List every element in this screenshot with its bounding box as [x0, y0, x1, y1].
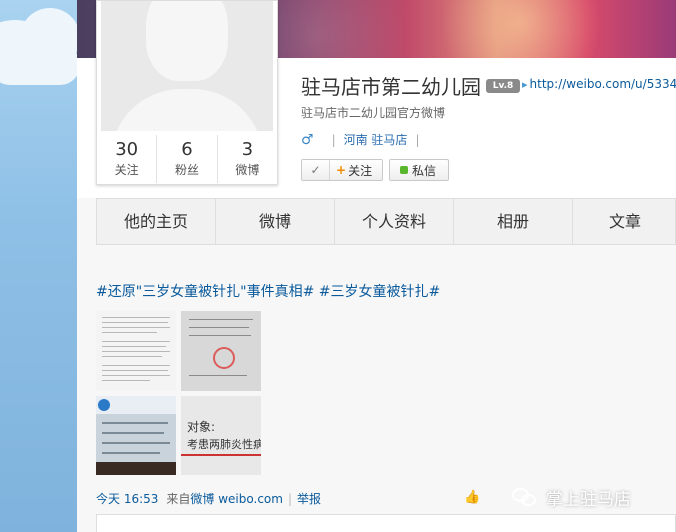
text-line: [189, 375, 247, 376]
text-line: [102, 422, 168, 424]
text-line: [102, 327, 170, 328]
hospital-logo-icon: [98, 399, 110, 411]
post-text[interactable]: #还原"三岁女童被针扎"事件真相# #三岁女童被针扎#: [96, 281, 440, 301]
text-line: [102, 452, 160, 454]
checkmark-icon: ✓: [302, 160, 330, 180]
profile-meta-row: ♂ | 河南 驻马店 |: [301, 131, 427, 148]
avatar-placeholder-shoulders: [111, 89, 263, 131]
report-link[interactable]: 举报: [297, 490, 321, 507]
profile-url-link[interactable]: ▸http://weibo.com/u/53344285: [522, 77, 676, 91]
red-stamp-icon: [213, 347, 235, 369]
post-image-thumbnail[interactable]: [181, 311, 261, 391]
divider: |: [287, 491, 293, 506]
divider: |: [415, 132, 420, 147]
stat-label: 粉丝: [174, 163, 199, 177]
text-line: [189, 327, 249, 328]
stat-value: 3: [241, 139, 254, 160]
stats-row: 30 关注 6 粉丝 3 微博: [97, 135, 277, 183]
cloud: [0, 45, 80, 85]
location-link[interactable]: 河南 驻马店: [344, 131, 408, 148]
tab-home[interactable]: 他的主页: [97, 199, 216, 244]
watermark-text: 掌上驻马店: [546, 490, 631, 510]
tab-album[interactable]: 相册: [454, 199, 573, 244]
post-image-thumbnail[interactable]: [96, 396, 176, 475]
stat-following[interactable]: 30 关注: [97, 135, 158, 183]
stat-followers[interactable]: 6 粉丝: [157, 135, 218, 183]
avatar-placeholder-head: [146, 1, 228, 81]
plus-icon: +: [336, 163, 347, 177]
text-line: [102, 380, 150, 381]
stat-posts[interactable]: 3 微博: [218, 135, 277, 183]
photo-dark-edge: [96, 462, 176, 475]
text-line: [189, 319, 253, 320]
text-line: [102, 317, 170, 318]
tab-profile-info[interactable]: 个人资料: [335, 199, 454, 244]
red-underline: [181, 454, 261, 456]
tab-weibo[interactable]: 微博: [216, 199, 335, 244]
stat-value: 6: [181, 139, 193, 160]
text-line: [102, 370, 168, 371]
post-image-thumbnail[interactable]: 对象: 考患两肺炎性病变: [181, 396, 261, 475]
text-line: [102, 442, 170, 444]
post-image-thumbnail[interactable]: [96, 311, 176, 391]
avatar[interactable]: [101, 1, 273, 131]
text-line: [102, 332, 157, 333]
male-gender-icon: ♂: [301, 131, 314, 148]
profile-nav-tabs: 他的主页 微博 个人资料 相册 文章: [96, 198, 676, 245]
thumbnail-text: 考患两肺炎性病变: [187, 438, 261, 451]
post-meta: 今天 16:53 来自 微博 weibo.com | 举报: [96, 490, 321, 507]
next-post-card: [96, 514, 676, 532]
follow-button[interactable]: ✓ + 关注: [301, 159, 383, 181]
profile-name: 驻马店市第二幼儿园: [301, 75, 481, 99]
text-line: [102, 375, 170, 376]
follow-label: 关注: [348, 163, 373, 178]
wechat-watermark: 掌上驻马店: [512, 485, 631, 510]
source-prefix: 来自: [166, 492, 191, 506]
thumbnail-text: 对象:: [187, 420, 216, 434]
text-line: [102, 346, 166, 347]
text-line: [189, 335, 251, 336]
message-button[interactable]: 私信: [389, 159, 449, 181]
message-icon: [400, 166, 408, 174]
stat-value: 30: [115, 139, 139, 160]
divider: |: [331, 132, 336, 147]
level-badge[interactable]: Lv.8: [486, 79, 520, 93]
text-line: [102, 365, 170, 366]
profile-url-text: http://weibo.com/u/53344285: [529, 77, 676, 91]
post-time-link[interactable]: 今天 16:53: [96, 490, 158, 507]
text-line: [102, 351, 170, 352]
source-link[interactable]: 微博 weibo.com: [190, 490, 283, 507]
link-icon: ▸: [522, 78, 528, 91]
text-line: [102, 432, 164, 434]
stat-label: 微博: [235, 163, 260, 177]
wechat-icon: [512, 487, 538, 508]
avatar-card: 30 关注 6 粉丝 3 微博: [96, 0, 278, 185]
text-line: [102, 322, 168, 323]
sky-background: [0, 0, 80, 532]
like-icon[interactable]: 👍: [464, 490, 480, 505]
message-label: 私信: [412, 163, 437, 178]
stat-label: 关注: [114, 163, 139, 177]
text-line: [102, 341, 170, 342]
profile-description: 驻马店市二幼儿园官方微博: [301, 106, 446, 120]
tab-articles[interactable]: 文章: [573, 199, 676, 244]
text-line: [102, 356, 162, 357]
